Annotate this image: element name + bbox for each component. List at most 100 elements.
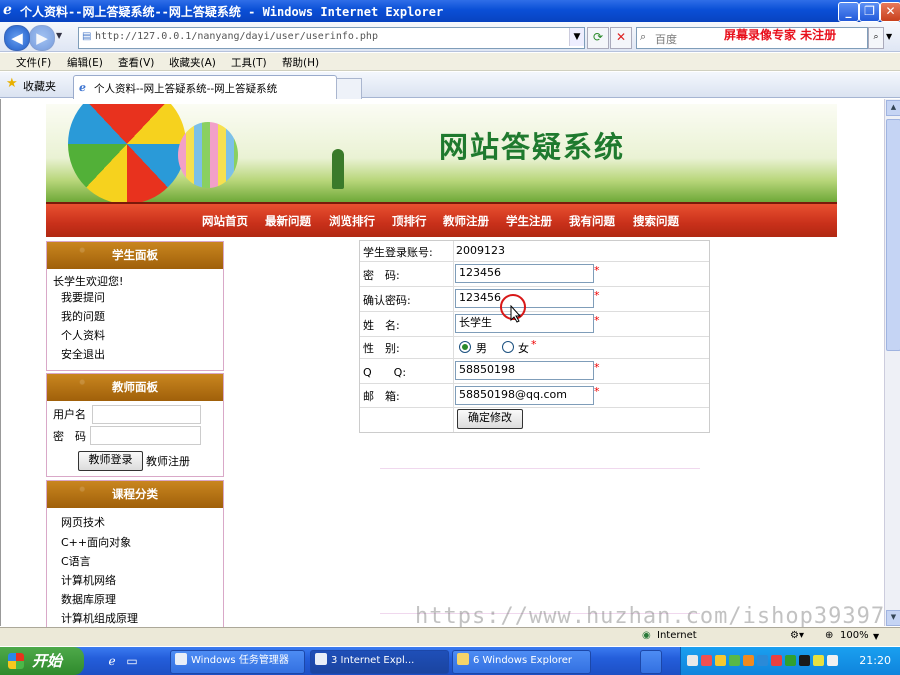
start-button[interactable]: 开始	[0, 647, 84, 675]
quicklaunch-ie-icon[interactable]: ℯ	[104, 653, 120, 669]
email-input[interactable]: 58850198@qq.com	[455, 386, 594, 405]
menu-favorites[interactable]: 收藏夹(A)	[169, 55, 216, 70]
tab-current[interactable]: ℯ 个人资料--网上答疑系统--网上答疑系统	[73, 75, 337, 99]
course-item[interactable]: 数据库原理	[61, 591, 116, 607]
link-my-questions[interactable]: 我的问题	[61, 308, 105, 324]
search-options-icon[interactable]: ▼	[886, 32, 892, 41]
restore-button[interactable]: ❐	[859, 2, 880, 22]
tray-qq-icon[interactable]	[799, 655, 810, 666]
required-mark: *	[594, 385, 600, 398]
protected-mode-icon[interactable]: ⚙▾	[790, 630, 804, 641]
tab-title: 个人资料--网上答疑系统--网上答疑系统	[94, 83, 278, 95]
menu-help[interactable]: 帮助(H)	[282, 55, 319, 70]
nav-browse-rank[interactable]: 浏览排行	[329, 213, 375, 229]
stop-icon[interactable]: ✕	[610, 27, 632, 49]
site-banner: 网站答疑系统	[46, 104, 837, 202]
zoom-dropdown-icon[interactable]: ▼	[873, 632, 879, 641]
menu-edit[interactable]: 编辑(E)	[67, 55, 103, 70]
tray-app-icon[interactable]	[757, 655, 768, 666]
vertical-scrollbar[interactable]: ▲ ▼	[884, 99, 900, 626]
quicklaunch-folder-icon[interactable]: ▭	[124, 653, 140, 669]
taskbar-label: 3 Internet Expl...	[331, 655, 415, 666]
taskbar-task-manager[interactable]: Windows 任务管理器	[170, 650, 305, 674]
course-item[interactable]: C++面向对象	[61, 534, 131, 550]
security-zone: Internet	[657, 630, 697, 641]
teacher-panel: 教师面板 用户名 密 码 教师登录 教师注册	[46, 373, 224, 477]
tray-shield-icon[interactable]	[813, 655, 824, 666]
account-value: 2009123	[456, 244, 505, 257]
teacher-username-input[interactable]	[92, 405, 201, 424]
taskbar-internet-explorer[interactable]: 3 Internet Expl...	[310, 650, 449, 674]
close-button[interactable]: ✕	[880, 2, 900, 22]
tray-network-icon[interactable]	[687, 655, 698, 666]
tree-icon	[332, 149, 344, 189]
course-item[interactable]: 计算机网络	[61, 572, 116, 588]
course-item[interactable]: 计算机组成原理	[61, 610, 138, 626]
qq-input[interactable]: 58850198	[455, 361, 594, 380]
window-title-bar[interactable]: ℯ 个人资料--网上答疑系统--网上答疑系统 - Windows Interne…	[0, 0, 900, 22]
student-panel-title: 学生面板	[47, 242, 223, 269]
nav-ask[interactable]: 我有问题	[569, 213, 615, 229]
zoom-level[interactable]: 100%	[840, 630, 869, 641]
password-input[interactable]: 123456	[455, 264, 594, 283]
teacher-login-button[interactable]: 教师登录	[78, 451, 143, 471]
nav-teacher-register[interactable]: 教师注册	[443, 213, 489, 229]
refresh-icon[interactable]: ⟳	[587, 27, 609, 49]
nav-search[interactable]: 搜索问题	[633, 213, 679, 229]
nav-top-rank[interactable]: 顶排行	[392, 213, 427, 229]
gender-female-radio[interactable]	[502, 341, 514, 353]
tab-ie-icon: ℯ	[79, 81, 86, 94]
link-profile[interactable]: 个人资料	[61, 327, 105, 343]
task-manager-icon	[175, 653, 187, 665]
tray-app-icon[interactable]	[785, 655, 796, 666]
qq-label: Q Q:	[363, 366, 407, 379]
forward-arrow-icon[interactable]: ▶	[29, 25, 55, 51]
link-logout[interactable]: 安全退出	[61, 346, 105, 362]
link-ask-question[interactable]: 我要提问	[61, 289, 105, 305]
taskbar-label: 6 Windows Explorer	[473, 655, 572, 666]
gender-male-radio[interactable]	[459, 341, 471, 353]
nav-student-register[interactable]: 学生注册	[506, 213, 552, 229]
form-row-submit: 确定修改	[360, 407, 709, 432]
back-arrow-icon[interactable]: ◀	[4, 25, 30, 51]
tray-app-icon[interactable]	[743, 655, 754, 666]
tray-app-icon[interactable]	[771, 655, 782, 666]
form-row-password: 密 码: 123456 *	[360, 261, 709, 287]
search-go-icon[interactable]: ⌕	[868, 27, 884, 49]
name-input[interactable]: 长学生	[455, 314, 594, 333]
tray-app-icon[interactable]	[701, 655, 712, 666]
scroll-up-icon[interactable]: ▲	[886, 100, 900, 116]
tray-volume-icon[interactable]	[827, 655, 838, 666]
submit-button[interactable]: 确定修改	[457, 409, 523, 429]
favorites-star-icon[interactable]: ★	[6, 76, 18, 91]
taskbar-windows-explorer[interactable]: 6 Windows Explorer	[452, 650, 591, 674]
windows-flag-icon	[8, 653, 24, 669]
content-divider	[380, 468, 700, 469]
menu-file[interactable]: 文件(F)	[16, 55, 51, 70]
menu-view[interactable]: 查看(V)	[118, 55, 154, 70]
nav-home[interactable]: 网站首页	[202, 213, 248, 229]
tray-app-icon[interactable]	[729, 655, 740, 666]
course-item[interactable]: 网页技术	[61, 514, 105, 530]
nav-latest[interactable]: 最新问题	[265, 213, 311, 229]
new-tab-button[interactable]	[336, 78, 362, 99]
teacher-password-input[interactable]	[90, 426, 201, 445]
course-panel: 课程分类 网页技术 C++面向对象 C语言 计算机网络 数据库原理 计算机组成原…	[46, 480, 224, 627]
favorites-button[interactable]: 收藏夹	[23, 78, 56, 94]
history-dropdown-icon[interactable]: ▼	[56, 31, 62, 40]
address-bar[interactable]: ▤ http://127.0.0.1/nanyang/dayi/user/use…	[78, 27, 585, 49]
scroll-thumb[interactable]	[886, 119, 900, 351]
page-document-icon: ▤	[82, 31, 92, 42]
course-item[interactable]: C语言	[61, 553, 91, 569]
address-toolbar: ◀ ▶ ▼ ▤ http://127.0.0.1/nanyang/dayi/us…	[0, 22, 900, 52]
scroll-down-icon[interactable]: ▼	[886, 610, 900, 626]
student-welcome: 长学生欢迎您!	[53, 275, 124, 288]
address-dropdown-icon[interactable]: ▼	[569, 28, 584, 46]
menu-tools[interactable]: 工具(T)	[231, 55, 267, 70]
tray-app-icon[interactable]	[715, 655, 726, 666]
minimize-button[interactable]: _	[838, 2, 859, 22]
teacher-register-link[interactable]: 教师注册	[146, 453, 190, 469]
windows-taskbar: 开始 ℯ ▭ Windows 任务管理器 3 Internet Expl... …	[0, 647, 900, 675]
taskbar-clock: 21:20	[859, 654, 891, 667]
taskbar-language-bar[interactable]	[640, 650, 662, 674]
